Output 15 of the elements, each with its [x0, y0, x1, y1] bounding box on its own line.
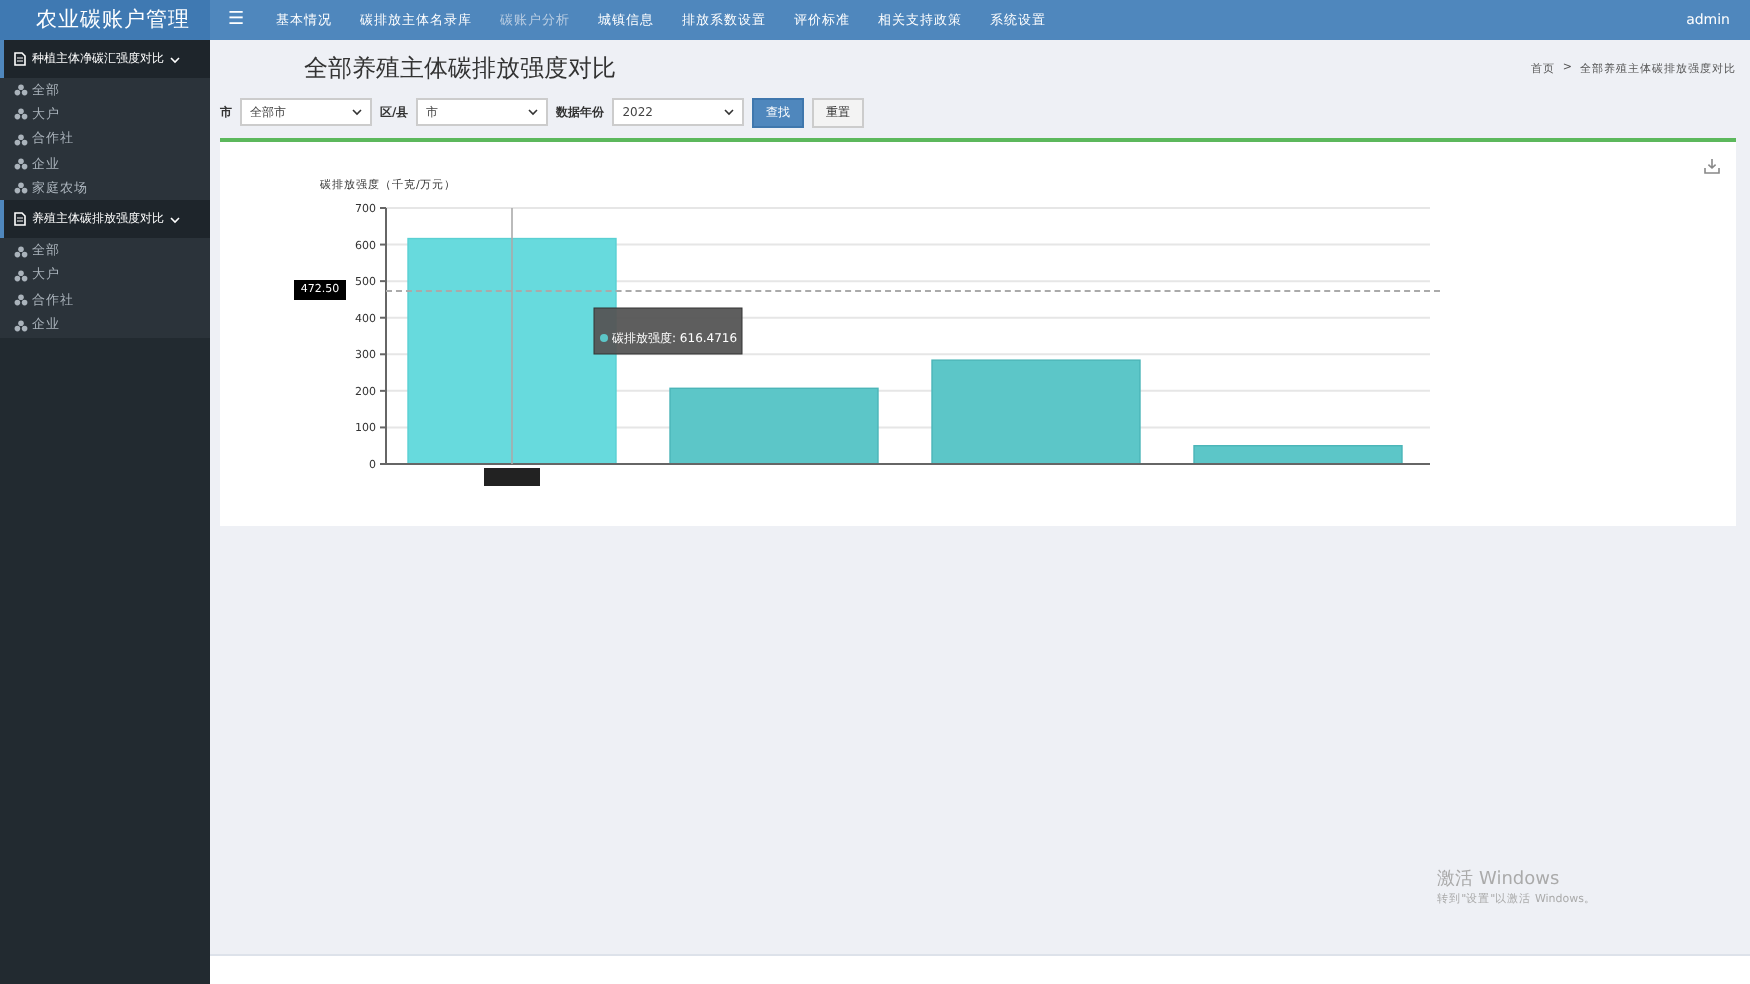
page-title: 全部养殖主体碳排放强度对比	[302, 52, 616, 86]
document-icon	[14, 212, 26, 227]
bar[interactable]	[1193, 445, 1403, 465]
axis-pointer-marker	[484, 468, 540, 486]
menu-icon[interactable]: ☰	[210, 10, 263, 30]
chevron-icon	[352, 108, 362, 116]
activation-title: 激活 Windows	[1437, 867, 1562, 892]
app-title: 农业碳账户管理	[0, 0, 210, 40]
download-icon[interactable]	[1704, 158, 1720, 174]
chevron-icon	[724, 108, 735, 116]
chevron-icon	[170, 215, 180, 224]
chevron-icon	[170, 55, 180, 63]
chevron-icon	[528, 108, 539, 116]
bar[interactable]	[669, 387, 879, 465]
document-icon	[14, 52, 26, 66]
